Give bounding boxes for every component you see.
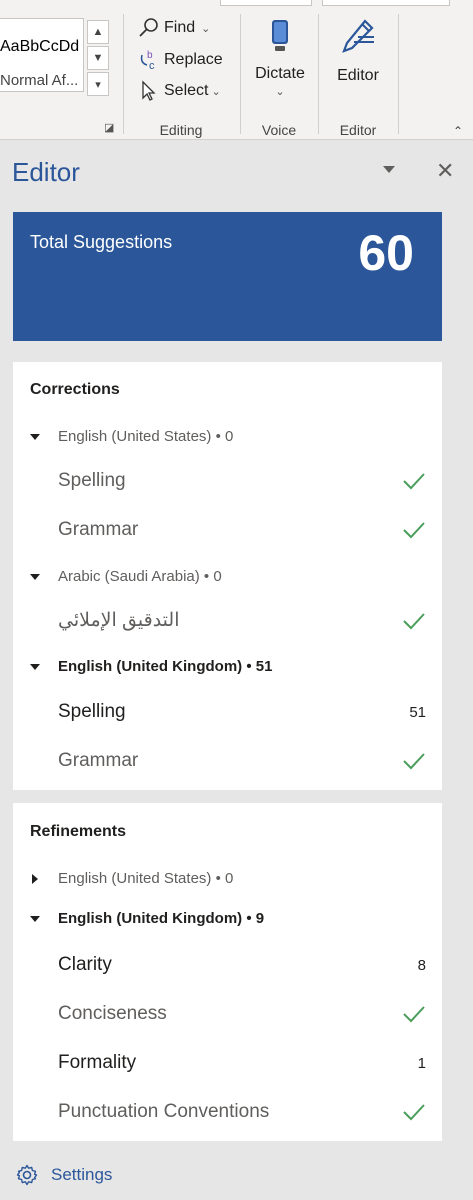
ribbon-top-control[interactable] xyxy=(220,0,312,6)
suggestion-label: Clarity xyxy=(58,954,112,975)
total-suggestions-value: 60 xyxy=(358,225,414,281)
chevron-down-icon: ⌄ xyxy=(201,22,211,35)
suggestion-count: 8 xyxy=(417,956,426,974)
checkmark-icon xyxy=(403,473,425,490)
language-label: English (United States) • 0 xyxy=(58,428,234,445)
editing-group-label: Editing xyxy=(159,122,203,138)
collapse-ribbon-icon[interactable]: ⌃ xyxy=(453,124,463,138)
language-label: Arabic (Saudi Arabia) • 0 xyxy=(58,568,222,585)
close-icon[interactable]: ✕ xyxy=(436,158,454,184)
total-suggestions-card: Total Suggestions 60 xyxy=(13,212,442,341)
ribbon: AaBbCcDd Normal Af... ▲ ▼ ▾ ◪ Find ⌄ bc … xyxy=(0,0,473,140)
editor-group-label: Editor xyxy=(339,122,377,138)
pane-title: Editor xyxy=(12,157,80,187)
editor-button[interactable]: Editor xyxy=(328,18,388,85)
editor-label: Editor xyxy=(337,67,379,84)
suggestion-row[interactable]: Formality 1 xyxy=(58,1052,426,1074)
more-icon: ▾ xyxy=(95,78,101,91)
language-label: English (United States) • 0 xyxy=(58,870,234,887)
language-group-toggle[interactable]: English (United States) • 0 xyxy=(30,428,233,445)
svg-text:c: c xyxy=(149,60,155,71)
group-divider xyxy=(123,14,124,134)
select-button[interactable]: Select ⌄ xyxy=(138,80,221,102)
select-label: Select xyxy=(164,82,209,99)
styles-dialog-launcher-icon[interactable]: ◪ xyxy=(104,122,118,134)
checkmark-icon xyxy=(403,612,425,629)
language-group-toggle[interactable]: Arabic (Saudi Arabia) • 0 xyxy=(30,568,222,585)
suggestion-row[interactable]: Spelling xyxy=(58,470,426,492)
microphone-icon xyxy=(265,18,295,59)
suggestion-count: 51 xyxy=(409,703,426,721)
suggestion-label: Conciseness xyxy=(58,1003,167,1024)
find-button[interactable]: Find ⌄ xyxy=(138,17,210,39)
dictate-label: Dictate xyxy=(255,65,305,82)
cursor-arrow-icon xyxy=(138,80,160,102)
group-divider xyxy=(318,14,319,134)
suggestion-label: Grammar xyxy=(58,750,139,771)
chevron-down-icon: ⌄ xyxy=(211,85,221,98)
language-group-toggle[interactable]: English (United States) • 0 xyxy=(30,870,233,887)
language-group-toggle[interactable]: English (United Kingdom) • 9 xyxy=(30,910,264,927)
pane-options-icon[interactable] xyxy=(383,166,395,173)
expand-caret-icon xyxy=(30,915,40,922)
corrections-card: Corrections English (United States) • 0 … xyxy=(13,362,442,790)
suggestion-label: Grammar xyxy=(58,519,139,540)
collapsed-caret-icon xyxy=(32,873,38,884)
suggestion-row[interactable]: Clarity 8 xyxy=(58,954,426,976)
language-label: English (United Kingdom) • 9 xyxy=(58,910,265,927)
style-name[interactable]: Normal Af... xyxy=(0,72,78,89)
group-divider xyxy=(398,14,399,134)
settings-link[interactable]: Settings xyxy=(15,1163,112,1187)
styles-expand-button[interactable]: ▾ xyxy=(87,72,109,96)
suggestion-label: Spelling xyxy=(58,470,126,491)
dictate-button[interactable]: Dictate ⌄ xyxy=(250,18,310,98)
expand-caret-icon xyxy=(30,433,40,440)
checkmark-icon xyxy=(403,1006,425,1023)
refinements-title: Refinements xyxy=(30,823,127,840)
replace-icon: bc xyxy=(138,49,160,71)
suggestion-count: 1 xyxy=(417,1054,426,1072)
ribbon-top-control[interactable] xyxy=(322,0,450,6)
total-suggestions-label: Total Suggestions xyxy=(30,232,173,252)
suggestion-row[interactable]: Grammar xyxy=(58,750,426,772)
suggestion-row[interactable]: Punctuation Conventions xyxy=(58,1101,426,1123)
checkmark-icon xyxy=(403,1104,425,1121)
suggestion-label: التدقيق الإملائي xyxy=(58,610,180,631)
suggestion-label: Formality xyxy=(58,1052,137,1073)
checkmark-icon xyxy=(403,753,425,770)
refinements-card: Refinements English (United States) • 0 … xyxy=(13,803,442,1141)
settings-label: Settings xyxy=(51,1165,113,1184)
suggestion-label: Spelling xyxy=(58,701,126,722)
styles-scroll-up-button[interactable]: ▲ xyxy=(87,20,109,44)
expand-caret-icon xyxy=(30,573,40,580)
suggestion-row[interactable]: Spelling 51 xyxy=(58,701,426,723)
group-divider xyxy=(240,14,241,134)
language-group-toggle[interactable]: English (United Kingdom) • 51 xyxy=(30,658,272,675)
style-sample[interactable]: AaBbCcDd xyxy=(0,38,79,56)
search-icon xyxy=(138,17,160,39)
suggestion-label: Punctuation Conventions xyxy=(58,1101,270,1122)
chevron-down-icon: ⌄ xyxy=(275,86,285,98)
language-label: English (United Kingdom) • 51 xyxy=(58,658,273,675)
suggestion-row[interactable]: التدقيق الإملائي xyxy=(58,609,426,632)
suggestion-row[interactable]: Grammar xyxy=(58,519,426,541)
gear-icon xyxy=(16,1164,38,1186)
replace-label: Replace xyxy=(164,51,223,68)
corrections-title: Corrections xyxy=(30,381,120,398)
voice-group-label: Voice xyxy=(261,122,297,138)
checkmark-icon xyxy=(403,522,425,539)
expand-caret-icon xyxy=(30,663,40,670)
find-label: Find xyxy=(164,19,196,36)
replace-button[interactable]: bc Replace xyxy=(138,49,223,71)
editor-pen-icon xyxy=(340,18,376,61)
suggestion-row[interactable]: Conciseness xyxy=(58,1003,426,1025)
styles-scroll-down-button[interactable]: ▼ xyxy=(87,46,109,70)
